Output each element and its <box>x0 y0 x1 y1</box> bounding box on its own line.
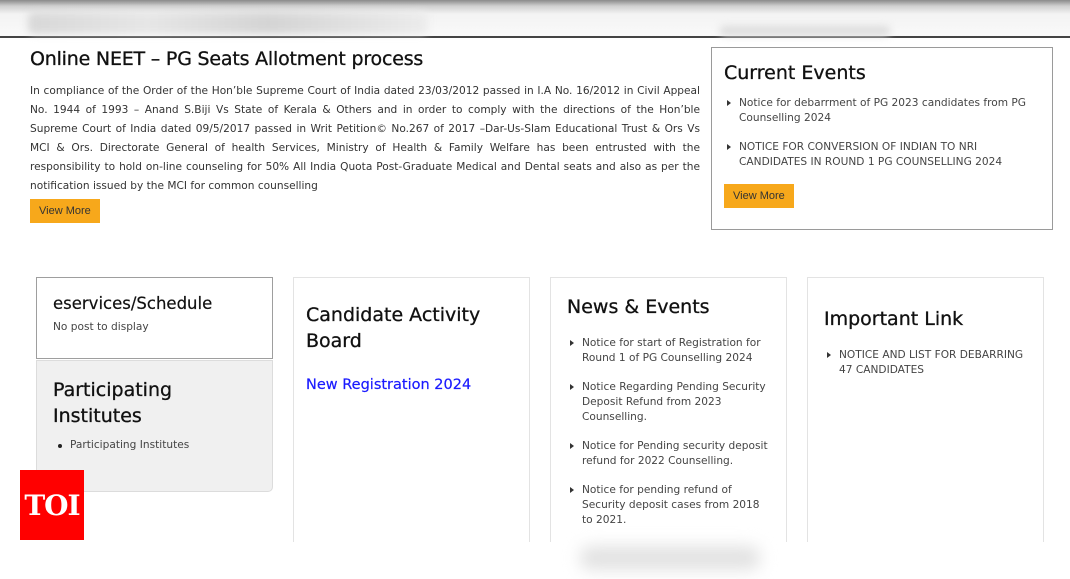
news-item[interactable]: Notice for start of Registration for Rou… <box>567 336 770 366</box>
intro-section: Online NEET – PG Seats Allotment process… <box>30 48 700 223</box>
intro-view-more-button[interactable]: View More <box>30 199 100 223</box>
current-events-view-more-button[interactable]: View More <box>724 184 794 208</box>
news-item[interactable]: Notice for Pending security deposit refu… <box>567 439 770 469</box>
caret-right-icon <box>727 100 731 106</box>
blurred-footer <box>0 542 1070 579</box>
news-events-list: Notice for start of Registration for Rou… <box>567 336 770 528</box>
eservices-schedule-panel: eservices/Schedule No post to display <box>36 277 273 359</box>
important-link-item[interactable]: NOTICE AND LIST FOR DEBARRING 47 CANDIDA… <box>824 348 1027 378</box>
news-events-panel: News & Events Notice for start of Regist… <box>550 277 787 547</box>
blurred-header-bar <box>0 0 1070 38</box>
important-link-title: Important Link <box>824 308 964 330</box>
caret-right-icon <box>727 144 731 150</box>
caret-right-icon <box>827 352 831 358</box>
candidate-activity-board-panel: Candidate Activity Board New Registratio… <box>293 277 530 547</box>
page-title: Online NEET – PG Seats Allotment process <box>30 48 424 70</box>
blurred-footer-smudge <box>580 546 760 570</box>
news-item[interactable]: Notice for pending refund of Security de… <box>567 483 770 528</box>
caret-right-icon <box>570 487 574 493</box>
intro-paragraph: In compliance of the Order of the Hon’bl… <box>30 85 700 192</box>
current-events-title: Current Events <box>724 62 866 84</box>
caret-right-icon <box>570 443 574 449</box>
activity-board-title: Candidate Activity Board <box>306 304 481 352</box>
current-events-panel: Current Events Notice for debarrment of … <box>711 47 1053 230</box>
current-events-list: Notice for debarrment of PG 2023 candida… <box>724 96 1040 170</box>
news-item[interactable]: Notice Regarding Pending Security Deposi… <box>567 380 770 425</box>
new-registration-link[interactable]: New Registration 2024 <box>306 377 471 393</box>
blurred-header-text <box>720 26 890 36</box>
participating-list: Participating Institutes <box>53 439 256 451</box>
important-link-panel: Important Link NOTICE AND LIST FOR DEBAR… <box>807 277 1044 547</box>
current-events-item[interactable]: Notice for debarrment of PG 2023 candida… <box>724 96 1040 126</box>
blurred-site-title <box>28 12 428 34</box>
current-events-item[interactable]: NOTICE FOR CONVERSION OF INDIAN TO NRI C… <box>724 140 1040 170</box>
eservices-empty-text: No post to display <box>53 321 149 333</box>
caret-right-icon <box>570 340 574 346</box>
participating-title: Participating Institutes <box>53 379 173 427</box>
important-link-list: NOTICE AND LIST FOR DEBARRING 47 CANDIDA… <box>824 348 1027 378</box>
bullet-icon <box>58 444 62 448</box>
caret-right-icon <box>570 384 574 390</box>
news-events-title: News & Events <box>567 296 710 318</box>
participating-item[interactable]: Participating Institutes <box>53 439 256 451</box>
toi-watermark-logo: TOI <box>20 470 84 540</box>
eservices-title: eservices/Schedule <box>53 294 213 313</box>
